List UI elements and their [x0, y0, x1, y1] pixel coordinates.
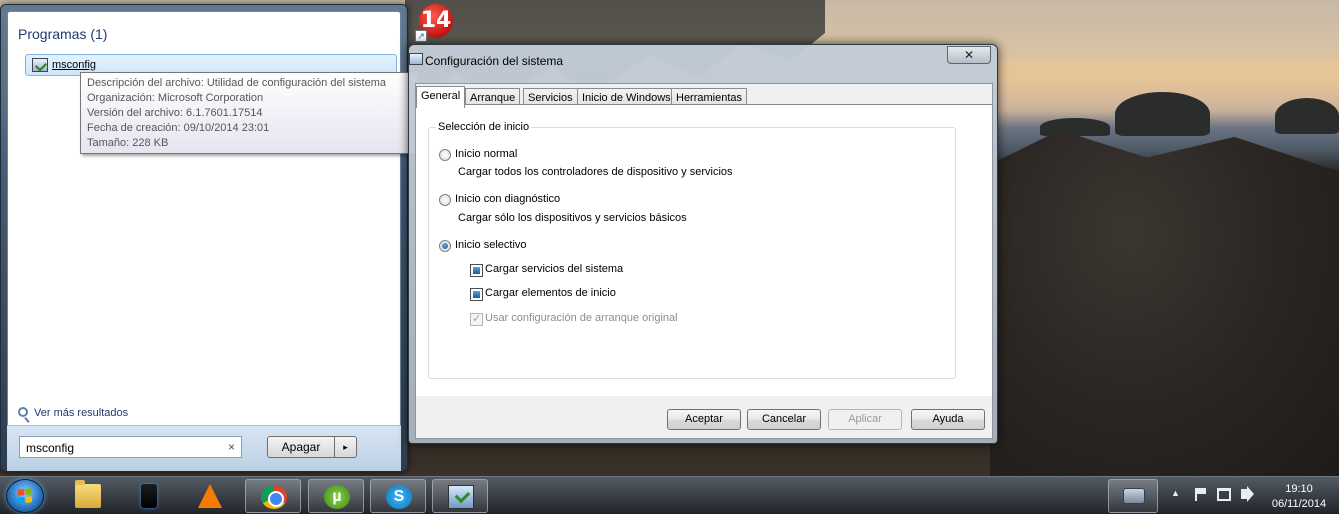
- msconfig-icon: [32, 58, 48, 72]
- general-tab-panel: Selección de inicio Inicio normal Cargar…: [416, 104, 992, 396]
- taskbar-skype[interactable]: S: [370, 479, 426, 513]
- action-center-icon[interactable]: [1195, 488, 1207, 501]
- radio-diagnostic-startup[interactable]: [439, 194, 451, 206]
- more-results-label: Ver más resultados: [34, 407, 129, 419]
- volume-icon[interactable]: [1241, 486, 1254, 502]
- vlc-icon: [198, 484, 222, 508]
- start-search-area: msconfig × Apagar ▸: [7, 425, 401, 471]
- load-system-services-checkbox[interactable]: [470, 264, 483, 277]
- search-icon: [18, 407, 28, 417]
- taskbar-explorer[interactable]: [60, 479, 116, 513]
- taskbar-utorrent[interactable]: µ: [308, 479, 364, 513]
- close-button[interactable]: ✕: [947, 46, 991, 64]
- clock-time: 19:10: [1285, 483, 1313, 495]
- desktop-shortcut[interactable]: 14 ↗: [415, 2, 457, 44]
- tooltip-created: Fecha de creación: 09/10/2014 23:01: [87, 122, 270, 134]
- selective-startup-label[interactable]: Inicio selectivo: [455, 239, 527, 251]
- skype-icon: S: [386, 485, 412, 509]
- taskbar: µ S ▲ 19:10 06/11/2014: [0, 476, 1339, 514]
- tab-general[interactable]: General: [416, 86, 466, 108]
- window-title: Configuración del sistema: [425, 54, 564, 68]
- use-original-boot-config-checkbox: [470, 312, 483, 326]
- cancel-button[interactable]: Cancelar: [747, 409, 821, 430]
- load-startup-items-checkbox[interactable]: [470, 288, 483, 301]
- more-results-link[interactable]: Ver más resultados: [18, 407, 128, 419]
- clock-date: 06/11/2014: [1271, 498, 1327, 510]
- tooltip-size: Tamaño: 228 KB: [87, 137, 169, 149]
- search-input-value: msconfig: [26, 441, 75, 455]
- normal-startup-label[interactable]: Inicio normal: [455, 148, 517, 160]
- removable-device-icon: [1123, 488, 1145, 504]
- shutdown-button[interactable]: Apagar: [267, 436, 335, 458]
- radio-selective-startup[interactable]: [439, 240, 451, 252]
- shutdown-options-arrow-icon[interactable]: ▸: [335, 436, 357, 458]
- system-configuration-window: Configuración del sistema ✕ General Arra…: [408, 44, 998, 444]
- load-startup-items-label[interactable]: Cargar elementos de inicio: [485, 287, 616, 299]
- normal-startup-description: Cargar todos los controladores de dispos…: [458, 166, 733, 178]
- taskbar-msconfig[interactable]: [432, 479, 488, 513]
- tray-device-button[interactable]: [1108, 479, 1158, 513]
- clock[interactable]: 19:10 06/11/2014: [1270, 482, 1328, 512]
- rocks: [990, 130, 1339, 476]
- window-body: General Arranque Servicios Inicio de Win…: [415, 83, 993, 439]
- startup-selection-group: [428, 127, 956, 379]
- taskbar-chrome[interactable]: [245, 479, 301, 513]
- clear-search-icon[interactable]: ×: [228, 440, 235, 454]
- tooltip-version: Versión del archivo: 6.1.7601.17514: [87, 107, 263, 119]
- apply-button: Aplicar: [828, 409, 902, 430]
- help-button[interactable]: Ayuda: [911, 409, 985, 430]
- load-system-services-label[interactable]: Cargar servicios del sistema: [485, 263, 623, 275]
- network-icon[interactable]: [1217, 488, 1231, 501]
- show-hidden-icons-icon[interactable]: ▲: [1171, 488, 1180, 498]
- island: [1275, 98, 1339, 134]
- search-input[interactable]: msconfig ×: [19, 436, 242, 458]
- program-result-label: msconfig: [52, 59, 97, 71]
- programs-header: Programas (1): [18, 26, 108, 42]
- msconfig-icon: [448, 485, 474, 509]
- group-title: Selección de inicio: [436, 121, 532, 133]
- start-button[interactable]: [6, 479, 44, 513]
- folder-icon: [75, 480, 101, 508]
- file-info-tooltip: Descripción del archivo: Utilidad de con…: [80, 72, 418, 154]
- window-app-icon: [409, 53, 423, 65]
- tooltip-description: Descripción del archivo: Utilidad de con…: [87, 77, 386, 89]
- shortcut-arrow-icon: ↗: [415, 30, 427, 42]
- island: [1040, 118, 1110, 136]
- taskbar-vlc[interactable]: [182, 479, 238, 513]
- utorrent-icon: µ: [324, 485, 350, 509]
- chrome-icon: [261, 485, 287, 509]
- device-icon: [141, 484, 157, 508]
- radio-normal-startup[interactable]: [439, 149, 451, 161]
- tooltip-organization: Organización: Microsoft Corporation: [87, 92, 264, 104]
- island: [1115, 92, 1210, 136]
- use-original-boot-config-label: Usar configuración de arranque original: [485, 312, 678, 324]
- diagnostic-startup-description: Cargar sólo los dispositivos y servicios…: [458, 212, 687, 224]
- diagnostic-startup-label[interactable]: Inicio con diagnóstico: [455, 193, 560, 205]
- ok-button[interactable]: Aceptar: [667, 409, 741, 430]
- taskbar-device-app[interactable]: [121, 479, 177, 513]
